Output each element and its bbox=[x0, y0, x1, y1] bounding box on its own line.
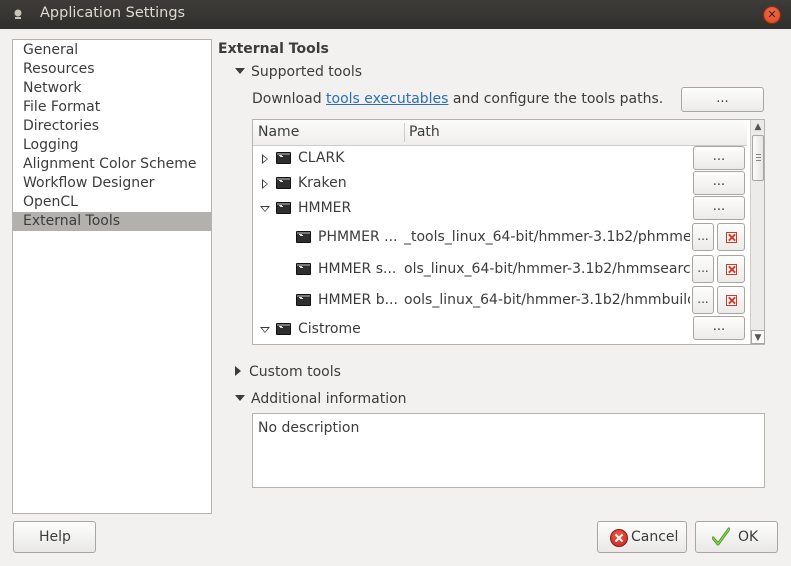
collapse-arrow-icon bbox=[235, 395, 245, 401]
collapse-arrow-icon[interactable] bbox=[260, 206, 270, 212]
tree-row[interactable]: HMMER bbox=[253, 195, 747, 223]
download-instructions: Download tools executables and configure… bbox=[252, 91, 664, 107]
tree-row[interactable]: Kraken bbox=[253, 170, 747, 198]
tree-row[interactable]: Cistrome bbox=[253, 316, 747, 344]
tools-executables-link[interactable]: tools executables bbox=[326, 91, 448, 107]
terminal-icon bbox=[276, 177, 291, 189]
sidebar-item-opencl[interactable]: OpenCL bbox=[13, 193, 211, 212]
supported-tools-toggle[interactable]: Supported tools bbox=[235, 64, 362, 80]
page-title: External Tools bbox=[218, 41, 329, 57]
expand-arrow-icon bbox=[235, 366, 241, 376]
tool-name: HMMER bbox=[298, 200, 352, 216]
terminal-icon bbox=[276, 202, 291, 214]
tools-folder-browse-button[interactable]: ... bbox=[681, 87, 764, 112]
tool-name: HMMER s... bbox=[318, 261, 397, 277]
tool-path[interactable]: _tools_linux_64-bit/hmmer-3.1b2/phmmer bbox=[404, 229, 690, 245]
delete-icon bbox=[726, 295, 737, 306]
tree-row[interactable]: CLARK bbox=[253, 145, 747, 173]
description-box: No description bbox=[252, 413, 765, 488]
column-path-header[interactable]: Path bbox=[409, 124, 440, 140]
expand-arrow-icon[interactable] bbox=[262, 154, 268, 164]
terminal-icon bbox=[276, 152, 291, 164]
sidebar-item-directories[interactable]: Directories bbox=[13, 117, 211, 136]
collapse-arrow-icon[interactable] bbox=[260, 327, 270, 333]
cancel-icon bbox=[610, 529, 628, 547]
browse-button-kraken[interactable]: ... bbox=[693, 171, 745, 195]
sidebar-item-file-format[interactable]: File Format bbox=[13, 98, 211, 117]
column-name-header[interactable]: Name bbox=[258, 124, 299, 140]
additional-info-toggle[interactable]: Additional information bbox=[235, 391, 407, 407]
tool-name: HMMER b... bbox=[318, 292, 398, 308]
sidebar-item-network[interactable]: Network bbox=[13, 79, 211, 98]
title-bar: Application Settings ✕ bbox=[0, 0, 791, 29]
browse-button-phmmer[interactable]: ... bbox=[692, 223, 714, 251]
delete-button-phmmer[interactable] bbox=[717, 223, 745, 251]
terminal-icon bbox=[276, 323, 291, 335]
scrollbar-thumb[interactable] bbox=[752, 135, 764, 181]
tools-tree[interactable]: Name Path CLARK Kraken HMMER PHMMER ... … bbox=[252, 119, 765, 345]
description-text: No description bbox=[258, 420, 360, 436]
settings-category-list[interactable]: General Resources Network File Format Di… bbox=[12, 39, 212, 514]
sidebar-item-logging[interactable]: Logging bbox=[13, 136, 211, 155]
cancel-button[interactable]: Cancel bbox=[597, 521, 687, 553]
terminal-icon bbox=[296, 231, 311, 243]
tool-name: Cistrome bbox=[298, 321, 361, 337]
browse-button-hmmer[interactable]: ... bbox=[693, 196, 745, 220]
delete-button-hmmbuild[interactable] bbox=[717, 286, 745, 314]
tree-row[interactable]: HMMER s... ols_linux_64-bit/hmmer-3.1b2/… bbox=[253, 256, 747, 284]
browse-button-clark[interactable]: ... bbox=[693, 146, 745, 170]
tool-name: CLARK bbox=[298, 150, 345, 166]
sidebar-item-general[interactable]: General bbox=[13, 41, 211, 60]
expand-arrow-icon[interactable] bbox=[262, 179, 268, 189]
tool-name: PHMMER ... bbox=[318, 229, 398, 245]
browse-button-cistrome[interactable]: ... bbox=[693, 316, 745, 340]
sidebar-item-workflow-designer[interactable]: Workflow Designer bbox=[13, 174, 211, 193]
scroll-up-icon[interactable]: ▲ bbox=[751, 120, 765, 134]
browse-button-hmmsearch[interactable]: ... bbox=[692, 255, 714, 283]
browse-button-hmmbuild[interactable]: ... bbox=[692, 286, 714, 314]
custom-tools-toggle[interactable]: Custom tools bbox=[233, 364, 341, 380]
collapse-arrow-icon bbox=[235, 68, 245, 74]
tool-path[interactable]: ools_linux_64-bit/hmmer-3.1b2/hmmbuild bbox=[404, 292, 690, 308]
tree-row[interactable]: PHMMER ... _tools_linux_64-bit/hmmer-3.1… bbox=[253, 224, 747, 252]
sidebar-item-external-tools[interactable]: External Tools bbox=[13, 212, 211, 231]
tool-name: Kraken bbox=[298, 175, 347, 191]
scroll-down-icon[interactable]: ▼ bbox=[751, 330, 765, 344]
delete-button-hmmsearch[interactable] bbox=[717, 255, 745, 283]
ok-button[interactable]: OK bbox=[695, 521, 778, 553]
sidebar-item-alignment-color-scheme[interactable]: Alignment Color Scheme bbox=[13, 155, 211, 174]
supported-tools-label: Supported tools bbox=[251, 64, 363, 80]
tree-row[interactable]: HMMER b... ools_linux_64-bit/hmmer-3.1b2… bbox=[253, 287, 747, 315]
window-title: Application Settings bbox=[40, 5, 186, 21]
terminal-icon bbox=[296, 294, 311, 306]
tool-path[interactable]: ols_linux_64-bit/hmmer-3.1b2/hmmsearch bbox=[404, 261, 690, 277]
additional-info-label: Additional information bbox=[251, 391, 407, 407]
custom-tools-label: Custom tools bbox=[249, 364, 341, 380]
delete-icon bbox=[726, 232, 737, 243]
close-icon[interactable]: ✕ bbox=[763, 6, 781, 24]
tree-header: Name Path bbox=[253, 120, 747, 146]
sidebar-item-resources[interactable]: Resources bbox=[13, 60, 211, 79]
window-menu-icon[interactable] bbox=[12, 8, 24, 20]
checkmark-icon bbox=[712, 527, 730, 546]
delete-icon bbox=[726, 264, 737, 275]
terminal-icon bbox=[296, 263, 311, 275]
help-button[interactable]: Help bbox=[13, 521, 96, 553]
tree-scrollbar[interactable]: ▲ ▼ bbox=[750, 120, 765, 344]
